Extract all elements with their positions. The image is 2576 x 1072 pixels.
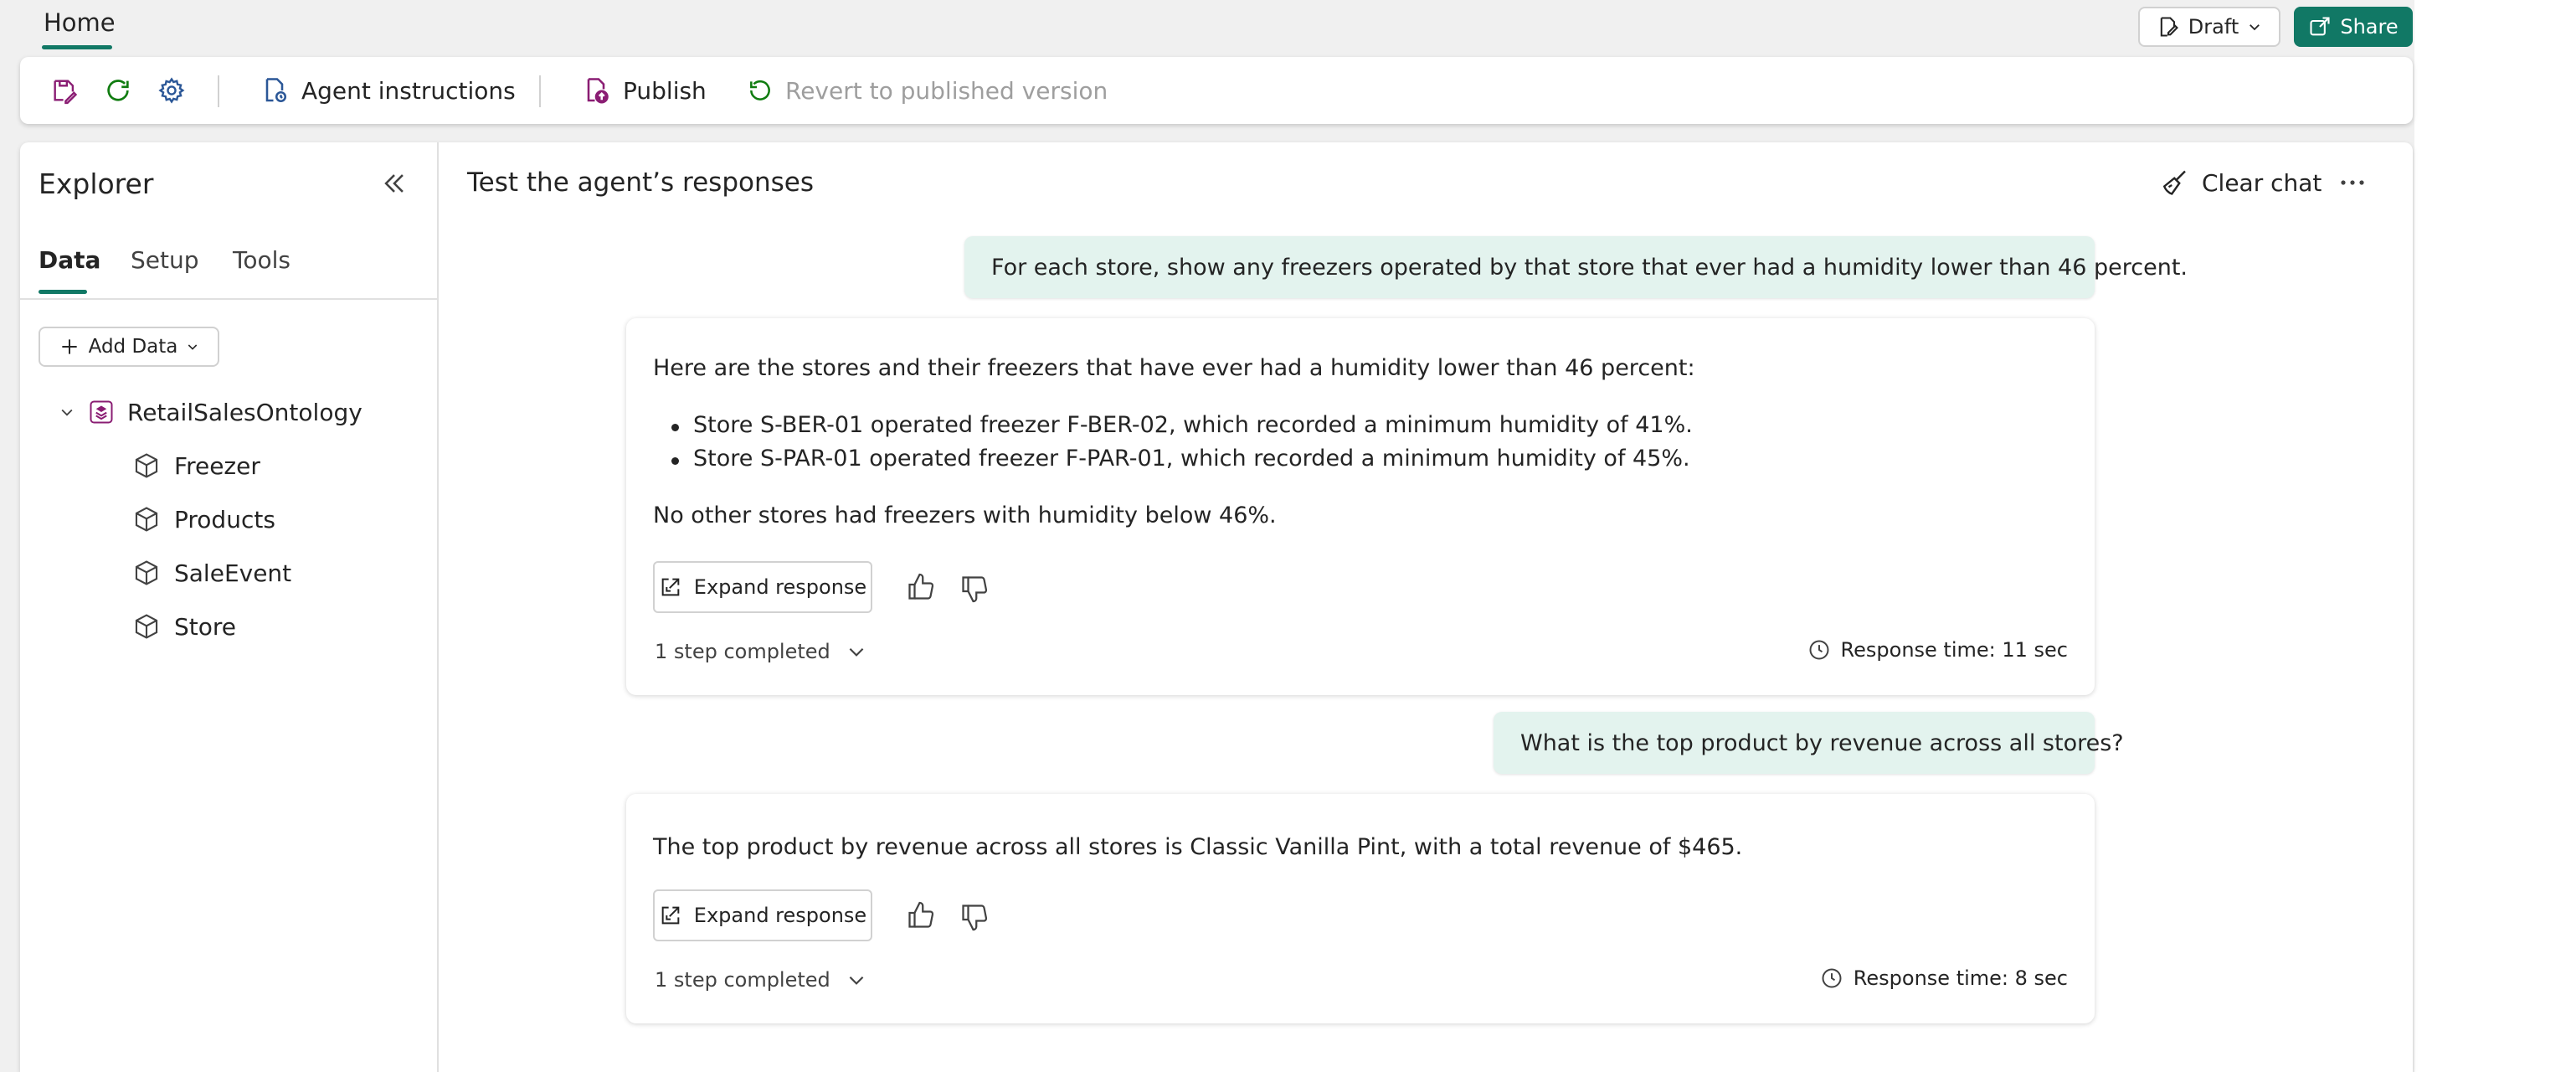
agent-response-card: Here are the stores and their freezers t… <box>626 318 2095 695</box>
explorer-panel: Explorer Data Setup Tools Add Data Retai… <box>20 142 439 1072</box>
expand-response-label: Expand response <box>693 904 867 927</box>
thumbs-down-icon[interactable] <box>959 574 990 604</box>
broom-icon <box>2162 170 2186 195</box>
user-message: What is the top product by revenue acros… <box>1494 712 2124 774</box>
tree-item-label: Products <box>174 505 275 533</box>
share-icon <box>2310 17 2330 36</box>
response-bullet: Store S-PAR-01 operated freezer F-PAR-01… <box>671 446 1690 472</box>
toolbar-divider <box>218 75 219 107</box>
draft-button[interactable]: Draft <box>2138 7 2280 47</box>
thumbs-up-icon[interactable] <box>906 572 936 602</box>
publish-button[interactable]: Publish <box>581 57 707 124</box>
tree-root-ontology[interactable]: RetailSalesOntology <box>59 394 362 430</box>
expand-icon <box>661 906 680 925</box>
thumbs-up-icon[interactable] <box>906 900 936 930</box>
clock-icon <box>1809 640 1829 660</box>
cube-icon <box>135 614 158 639</box>
tab-home[interactable]: Home <box>44 8 116 37</box>
publish-icon <box>587 78 609 104</box>
save-icon <box>54 80 78 105</box>
revert-icon <box>750 80 770 100</box>
collapse-double-chevron-icon[interactable] <box>380 169 409 198</box>
tab-data[interactable]: Data <box>39 246 100 274</box>
agent-instructions-button[interactable]: Agent instructions <box>260 57 516 124</box>
agent-instructions-icon <box>265 78 287 103</box>
save-button[interactable] <box>50 57 79 124</box>
refresh-button[interactable] <box>104 57 132 124</box>
response-intro: The top product by revenue across all st… <box>653 834 1743 860</box>
revert-label: Revert to published version <box>785 76 1108 105</box>
tree-item-products[interactable]: Products <box>132 501 275 538</box>
app-window: Home Draft Share Agent instructions Publ… <box>0 0 2414 1072</box>
steps-toggle[interactable]: 1 step completed <box>655 968 867 992</box>
tree-item-label: Store <box>174 612 237 641</box>
user-message: For each store, show any freezers operat… <box>964 236 2188 298</box>
gear-icon <box>158 77 185 104</box>
main-panel: Explorer Data Setup Tools Add Data Retai… <box>20 142 2413 1072</box>
settings-button[interactable] <box>157 57 186 124</box>
chevron-down-icon <box>849 647 864 657</box>
tree-item-store[interactable]: Store <box>132 608 236 645</box>
publish-label: Publish <box>623 76 707 105</box>
ontology-icon <box>90 400 113 424</box>
response-bullet: Store S-BER-01 operated freezer F-BER-02… <box>671 412 1693 438</box>
chevron-down-icon <box>188 344 198 350</box>
add-data-button[interactable]: Add Data <box>39 327 219 367</box>
expand-icon <box>661 578 680 596</box>
steps-label: 1 step completed <box>655 640 830 663</box>
steps-toggle[interactable]: 1 step completed <box>655 640 867 663</box>
expand-response-button[interactable]: Expand response <box>653 889 872 941</box>
toolbar: Agent instructions Publish Revert to pub… <box>20 57 2413 124</box>
share-label: Share <box>2340 15 2399 39</box>
tab-home-indicator <box>42 45 112 49</box>
clock-icon <box>1822 968 1842 988</box>
response-time-label: Response time: 8 sec <box>1853 966 2068 990</box>
share-button[interactable]: Share <box>2294 7 2413 47</box>
agent-response-card: The top product by revenue across all st… <box>626 794 2095 1023</box>
response-time: Response time: 8 sec <box>1820 966 2068 990</box>
tree-item-freezer[interactable]: Freezer <box>132 447 260 484</box>
expand-response-button[interactable]: Expand response <box>653 561 872 613</box>
tab-tools[interactable]: Tools <box>233 246 291 274</box>
clear-chat-button[interactable]: Clear chat <box>2160 164 2321 201</box>
steps-label: 1 step completed <box>655 968 830 992</box>
explorer-title: Explorer <box>39 168 154 200</box>
chat-title: Test the agent’s responses <box>467 168 814 198</box>
chevron-down-icon[interactable] <box>59 404 75 420</box>
revert-button[interactable]: Revert to published version <box>747 57 1108 124</box>
tab-setup[interactable]: Setup <box>131 246 199 274</box>
refresh-icon <box>107 80 129 101</box>
toolbar-divider <box>539 75 541 107</box>
tree-item-saleevent[interactable]: SaleEvent <box>132 554 291 591</box>
clear-chat-label: Clear chat <box>2202 168 2322 197</box>
tree-root-label: RetailSalesOntology <box>127 398 362 426</box>
plus-icon <box>61 339 77 354</box>
response-outro: No other stores had freezers with humidi… <box>653 502 1277 528</box>
cube-icon <box>135 453 158 478</box>
response-intro: Here are the stores and their freezers t… <box>653 355 1695 381</box>
tabs-divider <box>20 298 439 300</box>
cube-icon <box>135 560 158 585</box>
draft-edit-icon <box>2160 17 2178 37</box>
response-time-label: Response time: 11 sec <box>1840 638 2068 662</box>
response-time: Response time: 11 sec <box>1807 638 2068 662</box>
agent-instructions-label: Agent instructions <box>301 76 516 105</box>
add-data-label: Add Data <box>88 336 178 358</box>
more-options-icon[interactable] <box>2336 168 2369 198</box>
thumbs-down-icon[interactable] <box>959 902 990 932</box>
cube-icon <box>135 507 158 532</box>
tree-item-label: Freezer <box>174 451 260 480</box>
chevron-down-icon <box>849 976 864 985</box>
draft-label: Draft <box>2188 15 2239 39</box>
tree-item-label: SaleEvent <box>174 559 292 587</box>
expand-response-label: Expand response <box>693 575 867 599</box>
top-tab-bar: Home Draft Share <box>0 0 2414 54</box>
tab-data-indicator <box>39 290 87 294</box>
chevron-down-icon <box>2250 24 2260 31</box>
